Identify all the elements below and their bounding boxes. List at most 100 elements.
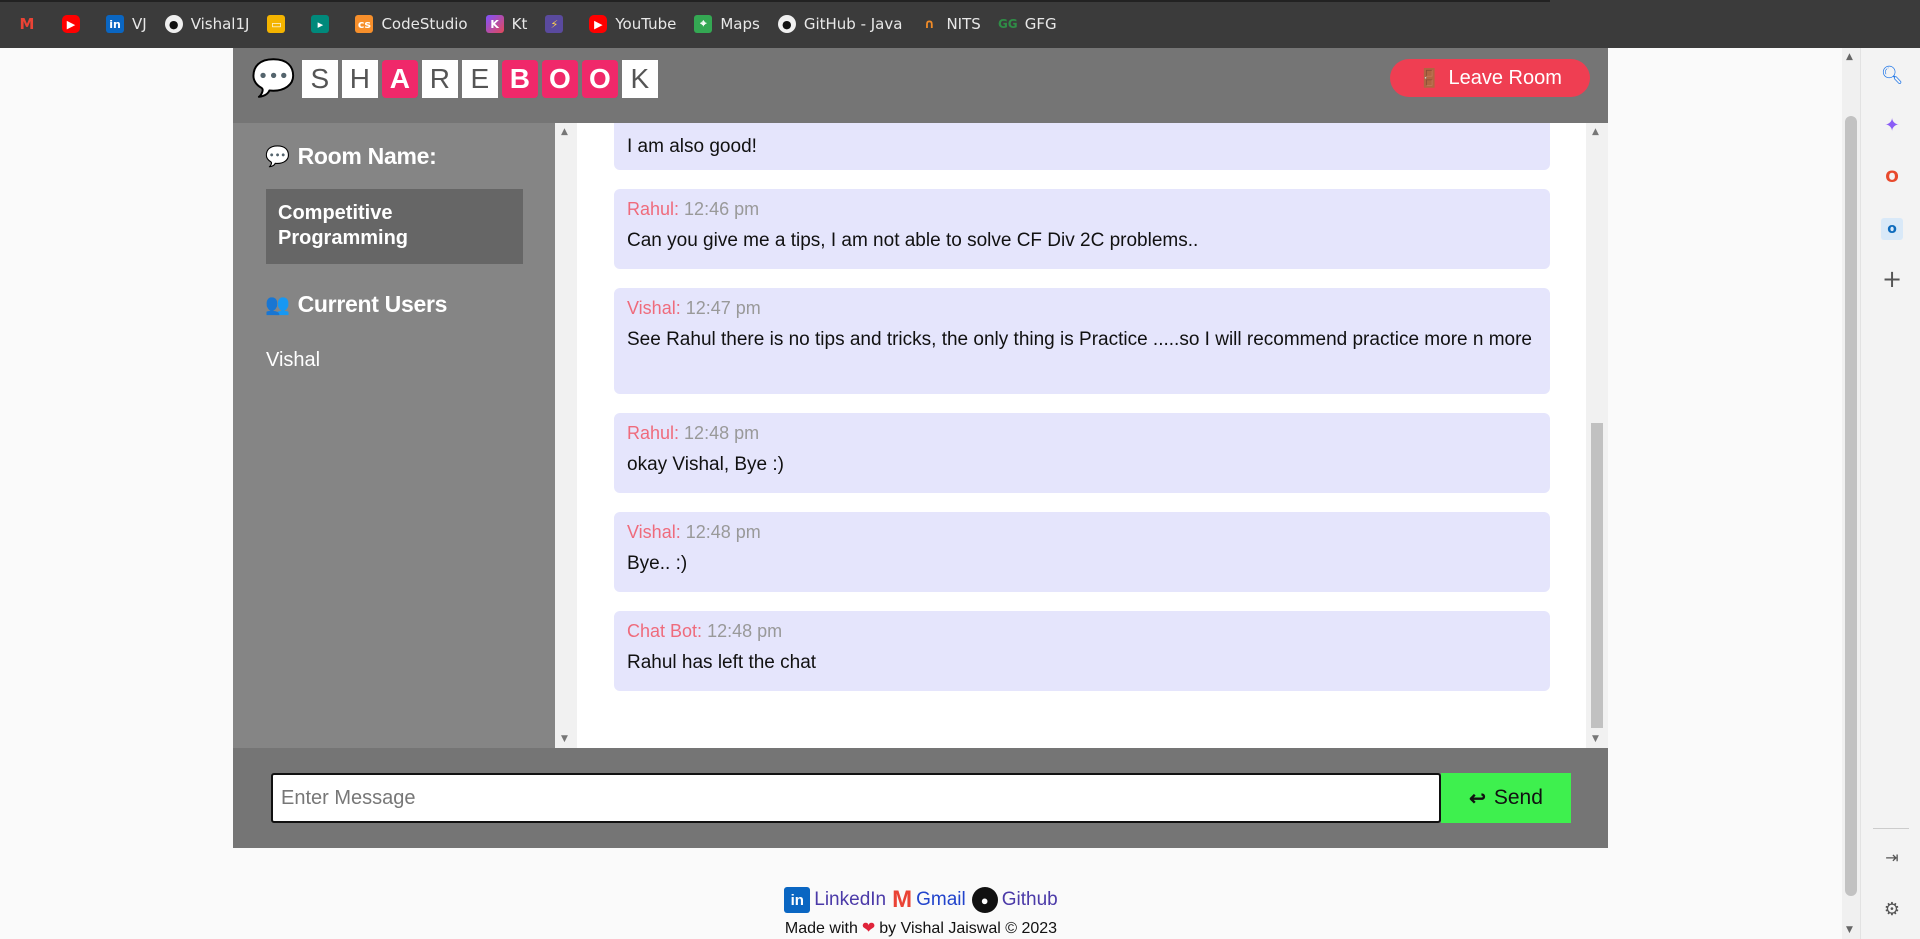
browser-sidebar: 🔍︎ ✦ O o + ⇥ ⚙ bbox=[1860, 48, 1920, 939]
logo-letter: B bbox=[501, 60, 538, 98]
message-text: Rahul has left the chat bbox=[627, 652, 817, 673]
linkedin-icon: in bbox=[106, 15, 124, 33]
github-icon: ● bbox=[777, 15, 796, 33]
bookmark-youtube-2[interactable]: ▶ YouTube bbox=[589, 15, 676, 33]
linkedin-link[interactable]: in LinkedIn bbox=[784, 887, 886, 913]
scroll-up-arrow-icon[interactable]: ▲ bbox=[1592, 127, 1599, 137]
window-edge bbox=[0, 0, 1550, 2]
bookmark-label: CodeStudio bbox=[381, 15, 468, 33]
message-time: 12:46 pm bbox=[684, 199, 760, 219]
message-meta: Rahul: 12:46 pm bbox=[627, 199, 1537, 220]
bookmarks-bar: M ▶ in VJ ● Vishal1J ▭ ▸ cs CodeStudio K Kt … bbox=[0, 0, 1920, 48]
bookmark-github-java[interactable]: ● GitHub - Java bbox=[777, 15, 902, 33]
logo[interactable]: 💬 S H A R E B O O K bbox=[251, 60, 662, 98]
message-author: Vishal: bbox=[627, 522, 681, 542]
heart-icon: ❤ bbox=[861, 920, 876, 937]
leave-room-button[interactable]: 🚪 Leave Room bbox=[1390, 59, 1590, 97]
bookmark-vishal1j[interactable]: ● Vishal1J bbox=[164, 15, 249, 33]
bookmark-label: NITS bbox=[946, 15, 981, 33]
bookmark-label: VJ bbox=[132, 15, 147, 33]
message: Chat Bot: 12:48 pm Rahul has left the ch… bbox=[614, 611, 1550, 691]
youtube-icon: ▶ bbox=[62, 15, 80, 33]
meet-icon: ▸ bbox=[311, 15, 330, 33]
codestudio-icon: cs bbox=[355, 15, 374, 33]
gmail-icon: M bbox=[19, 15, 35, 33]
bookmark-vj[interactable]: in VJ bbox=[106, 15, 147, 33]
logo-tiles: S H A R E B O O K bbox=[301, 60, 662, 98]
chat-messages[interactable]: ▲ ▼ I am also good! Rahul: 12:46 pm Can … bbox=[555, 123, 1608, 748]
door-icon: 🚪 bbox=[1418, 67, 1441, 88]
logo-letter: R bbox=[421, 60, 458, 98]
bookmark-codestudio[interactable]: cs CodeStudio bbox=[355, 15, 468, 33]
plus-icon[interactable]: + bbox=[1881, 265, 1903, 293]
message-meta: Rahul: 12:48 pm bbox=[627, 423, 1537, 444]
hide-sidebar-icon[interactable]: ⇥ bbox=[1881, 846, 1903, 868]
divider bbox=[1873, 828, 1909, 829]
current-users-heading-label: Current Users bbox=[297, 291, 448, 317]
bookmark-gfg[interactable]: GG GFG bbox=[997, 15, 1057, 33]
message-meta: Vishal: 12:48 pm bbox=[627, 522, 1537, 543]
bookmark-slides[interactable]: ▭ bbox=[267, 15, 293, 33]
scroll-up-arrow-icon[interactable]: ▲ bbox=[1846, 52, 1853, 62]
scroll-down-arrow-icon[interactable]: ▼ bbox=[561, 734, 568, 744]
bookmark-gmail[interactable]: M bbox=[18, 15, 44, 33]
bookmark-meet[interactable]: ▸ bbox=[311, 15, 337, 33]
search-icon[interactable]: 🔍︎ bbox=[1881, 64, 1904, 86]
gmail-link[interactable]: M Gmail bbox=[892, 886, 966, 914]
message-text: See Rahul there is no tips and tricks, t… bbox=[627, 329, 1532, 350]
message: Vishal: 12:47 pm See Rahul there is no t… bbox=[614, 288, 1550, 394]
bookmark-youtube-1[interactable]: ▶ bbox=[62, 15, 88, 33]
page-scrollbar-thumb[interactable] bbox=[1845, 116, 1857, 896]
users-icon: 👥 bbox=[265, 294, 290, 316]
office-icon[interactable]: O bbox=[1881, 165, 1903, 187]
logo-letter: A bbox=[381, 60, 418, 98]
linkedin-link-label: LinkedIn bbox=[814, 889, 887, 910]
logo-letter: H bbox=[341, 60, 378, 98]
page-scrollbar[interactable]: ▲ ▼ bbox=[1842, 48, 1860, 939]
message-time: 12:48 pm bbox=[685, 522, 761, 542]
bookmark-bolt[interactable]: ⚡ bbox=[545, 15, 571, 33]
message-time: 12:47 pm bbox=[685, 298, 761, 318]
linkedin-icon: in bbox=[784, 887, 811, 913]
footer: in LinkedIn M Gmail ● Github Made with ❤ by V… bbox=[0, 886, 1842, 938]
message-author: Vishal: bbox=[627, 298, 681, 318]
scroll-down-arrow-icon[interactable]: ▼ bbox=[1846, 925, 1853, 935]
scroll-up-arrow-icon[interactable]: ▲ bbox=[561, 127, 568, 137]
message-author: Rahul: bbox=[627, 423, 680, 443]
comments-icon: 💬 bbox=[251, 58, 296, 99]
gmail-icon: M bbox=[892, 886, 913, 913]
send-button[interactable]: ↩ Send bbox=[1441, 773, 1571, 823]
gear-icon[interactable]: ⚙ bbox=[1881, 898, 1903, 920]
bolt-icon: ⚡ bbox=[545, 15, 564, 33]
user-item: Vishal bbox=[266, 349, 321, 371]
message: Vishal: 12:48 pm Bye.. :) bbox=[614, 512, 1550, 592]
message: I am also good! bbox=[614, 123, 1550, 170]
github-link[interactable]: ● Github bbox=[971, 887, 1058, 913]
message-meta bbox=[627, 123, 1537, 126]
current-users-heading: 👥 Current Users bbox=[265, 291, 447, 318]
gfg-icon: GG bbox=[997, 17, 1018, 31]
message-input[interactable] bbox=[271, 773, 1441, 823]
scroll-down-arrow-icon[interactable]: ▼ bbox=[1592, 734, 1599, 744]
scrollbar-thumb[interactable] bbox=[1591, 423, 1603, 728]
made-suffix: by Vishal Jaiswal © 2023 bbox=[879, 920, 1058, 937]
chat-scrollbar-left[interactable]: ▲ ▼ bbox=[555, 123, 577, 748]
room-sidebar: 💬 Room Name: Competitive Programming 👥 C… bbox=[233, 123, 555, 748]
message-text: Bye.. :) bbox=[627, 553, 688, 574]
bookmark-maps[interactable]: ⌖ Maps bbox=[694, 15, 760, 33]
bookmark-label: Maps bbox=[720, 15, 760, 33]
chat-scrollbar[interactable]: ▲ ▼ bbox=[1586, 123, 1608, 748]
logo-letter: O bbox=[541, 60, 578, 98]
logo-letter: E bbox=[461, 60, 498, 98]
message-author: Rahul: bbox=[627, 199, 680, 219]
bookmark-nits[interactable]: ∩ NITS bbox=[920, 15, 981, 33]
message-text: Can you give me a tips, I am not able to… bbox=[627, 230, 1199, 251]
logo-letter: S bbox=[301, 60, 338, 98]
made-with-text: Made with ❤ by Vishal Jaiswal © 2023 bbox=[0, 918, 1842, 938]
outlook-icon[interactable]: o bbox=[1881, 218, 1903, 240]
message-meta: Chat Bot: 12:48 pm bbox=[627, 621, 1537, 642]
copilot-icon[interactable]: ✦ bbox=[1881, 114, 1903, 136]
logo-letter: O bbox=[581, 60, 618, 98]
bookmark-kt[interactable]: K Kt bbox=[485, 15, 527, 33]
youtube-icon: ▶ bbox=[589, 15, 608, 33]
